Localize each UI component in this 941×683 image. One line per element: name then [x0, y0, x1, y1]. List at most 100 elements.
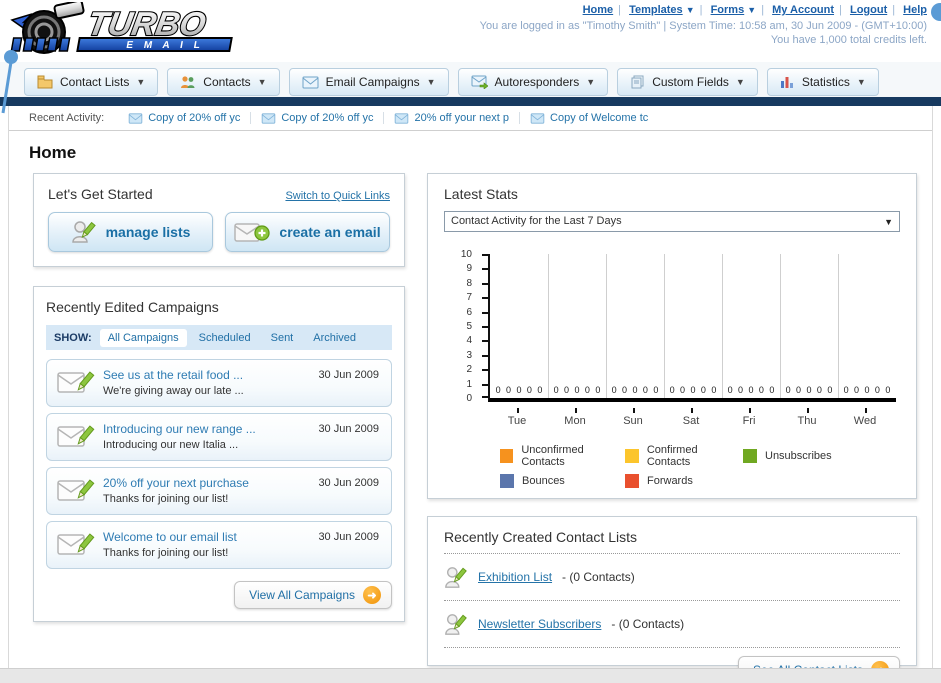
recent-activity-item[interactable]: Copy of 20% off yc — [118, 112, 252, 124]
bar-value-label: 0 — [553, 385, 559, 395]
tab-email-campaigns[interactable]: Email Campaigns ▼ — [288, 68, 449, 96]
envelope-icon — [302, 76, 319, 88]
bar-value-label: 0 — [537, 385, 543, 395]
legend-item: Confirmed Contacts — [625, 444, 743, 468]
recent-activity-item[interactable]: Copy of Welcome tc — [520, 112, 658, 124]
envelope-icon — [395, 112, 409, 124]
nav-forms-link[interactable]: Forms — [711, 4, 745, 16]
bar-value-label: 0 — [595, 385, 601, 395]
bar-value-label: 0 — [827, 385, 833, 395]
bar-value-label: 0 — [854, 385, 860, 395]
x-day-label: Thu — [797, 415, 817, 427]
filter-archived[interactable]: Archived — [305, 329, 364, 347]
grid-line — [780, 254, 781, 398]
nav-logout-link[interactable]: Logout — [850, 4, 887, 16]
campaign-row[interactable]: Welcome to our email list Thanks for joi… — [46, 521, 392, 569]
people-icon — [181, 76, 195, 88]
y-tick-label: 1 — [466, 378, 472, 390]
nav-templates-link[interactable]: Templates — [629, 4, 683, 16]
contact-list-link[interactable]: Exhibition List — [478, 570, 552, 584]
nav-home-link[interactable]: Home — [583, 4, 614, 16]
filter-sent[interactable]: Sent — [263, 329, 302, 347]
dotted-divider — [444, 600, 900, 601]
filter-scheduled[interactable]: Scheduled — [191, 329, 259, 347]
contact-activity-chart: 0 1 2 3 4 5 6 7 8 9 10 000000000000000000000000000… — [444, 248, 900, 440]
legend-swatch — [625, 449, 639, 463]
campaign-row[interactable]: See us at the retail food ... We're givi… — [46, 359, 392, 407]
bar-value-label: 0 — [885, 385, 891, 395]
contact-list-count: - (0 Contacts) — [611, 617, 685, 631]
tab-label: Statistics — [801, 75, 850, 89]
legend-item: Forwards — [625, 474, 743, 488]
get-started-panel: Let's Get Started Switch to Quick Links … — [33, 173, 405, 267]
bar-value-label: 0 — [711, 385, 717, 395]
contact-list-row[interactable]: Newsletter Subscribers - (0 Contacts) — [444, 609, 900, 639]
envelope-pencil-icon — [57, 479, 95, 501]
y-tick — [482, 326, 490, 328]
tab-custom-fields[interactable]: Custom Fields ▼ — [617, 68, 758, 96]
x-day-label: Fri — [742, 415, 756, 427]
tab-label: Email Campaigns — [325, 75, 420, 89]
bar-chart-icon — [780, 77, 793, 88]
campaign-subtitle: Thanks for joining our list! — [103, 547, 229, 559]
chart-plot: 00000000000000000000000000000000000 — [482, 254, 896, 402]
latest-stats-title: Latest Stats — [444, 186, 518, 202]
contact-list-row[interactable]: Exhibition List - (0 Contacts) — [444, 562, 900, 592]
y-tick — [482, 254, 490, 256]
nav-my-account-link[interactable]: My Account — [772, 4, 834, 16]
chevron-down-icon: ▼ — [586, 77, 596, 87]
recent-activity-item[interactable]: 20% off your next p — [384, 112, 521, 124]
x-tick — [865, 408, 867, 413]
envelope-icon — [530, 112, 545, 124]
tab-contacts[interactable]: Contacts ▼ — [167, 68, 280, 96]
bar-value-label: 0 — [700, 385, 706, 395]
recent-activity-item[interactable]: Copy of 20% off yc — [251, 112, 385, 124]
contact-list-link[interactable]: Newsletter Subscribers — [478, 617, 601, 631]
bar-value-label: 0 — [574, 385, 580, 395]
envelope-pencil-icon — [57, 371, 95, 393]
filter-all-campaigns[interactable]: All Campaigns — [99, 328, 187, 347]
grid-line — [838, 254, 839, 398]
envelope-icon — [128, 112, 143, 124]
tab-contact-lists[interactable]: Contact Lists ▼ — [24, 68, 159, 96]
x-day-label: Mon — [564, 415, 586, 427]
person-pencil-icon — [71, 221, 96, 243]
manage-lists-label: manage lists — [105, 224, 191, 240]
page-title: Home — [29, 143, 77, 162]
nav-separator: | — [761, 4, 765, 16]
switch-quick-links-link[interactable]: Switch to Quick Links — [285, 190, 390, 202]
bar-value-label: 0 — [785, 385, 791, 395]
tab-label: Autoresponders — [494, 75, 580, 89]
get-started-title: Let's Get Started — [48, 186, 153, 202]
campaign-row[interactable]: Introducing our new range ... Introducin… — [46, 413, 392, 461]
stats-period-select[interactable]: Contact Activity for the Last 7 Days ▼ — [444, 211, 900, 232]
y-tick — [482, 311, 490, 314]
chart-legend: Unconfirmed Contacts Confirmed Contacts … — [500, 444, 900, 488]
nav-separator: | — [892, 4, 896, 16]
tab-statistics[interactable]: Statistics ▼ — [766, 68, 879, 96]
y-tick-label: 10 — [460, 249, 472, 260]
chart-x-axis: Tue Mon Sun Sat Fri Thu Wed — [488, 408, 896, 436]
view-all-campaigns-label: View All Campaigns — [249, 588, 355, 602]
manage-lists-button[interactable]: manage lists — [48, 212, 213, 252]
campaign-filter-bar: SHOW: All Campaigns Scheduled Sent Archi… — [46, 325, 392, 350]
nav-help-link[interactable]: Help — [903, 4, 927, 16]
tab-label: Custom Fields — [652, 75, 729, 89]
stats-period-value: Contact Activity for the Last 7 Days — [451, 215, 622, 227]
top-nav: Home | Templates ▼ | Forms ▼ | My Account | … — [480, 4, 927, 16]
tab-autoresponders[interactable]: Autoresponders ▼ — [457, 68, 609, 96]
campaign-row[interactable]: 20% off your next purchase Thanks for jo… — [46, 467, 392, 515]
bar-value-label: 0 — [758, 385, 764, 395]
nav-separator: | — [699, 4, 703, 16]
turbo-email-logo[interactable]: TURBO E M A I L — [6, 0, 256, 63]
x-day-label: Sun — [623, 415, 643, 427]
view-all-campaigns-button[interactable]: View All Campaigns ➜ — [234, 581, 392, 609]
envelope-arrow-icon — [471, 75, 488, 89]
x-day-label: Sat — [682, 415, 700, 427]
bar-value-label: 0 — [611, 385, 617, 395]
y-tick — [482, 340, 490, 343]
marker-line-left — [1, 61, 13, 114]
bar-value-label: 0 — [669, 385, 675, 395]
create-email-button[interactable]: create an email — [225, 212, 390, 252]
x-day-label: Wed — [853, 415, 877, 427]
